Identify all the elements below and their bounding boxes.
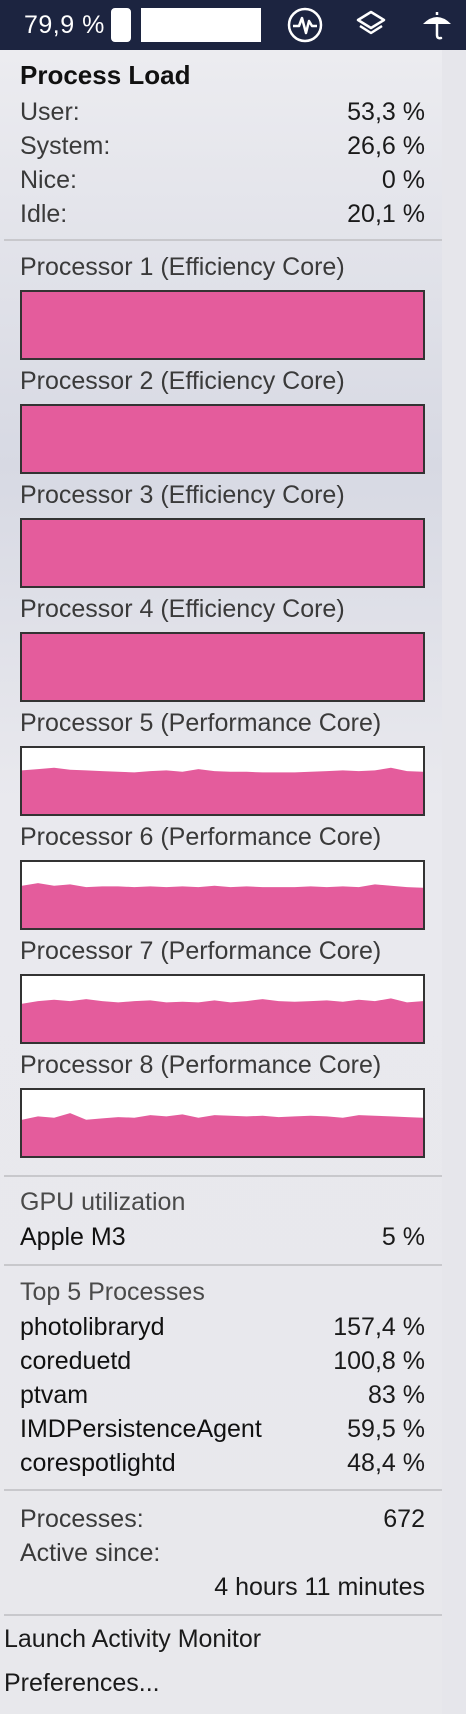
processor-load-area <box>22 406 423 472</box>
preferences-item[interactable]: Preferences... <box>4 1669 160 1698</box>
process-name: coreduetd <box>20 1346 132 1375</box>
row-value: 53,3 % <box>347 97 425 126</box>
processor-load-area <box>22 292 423 358</box>
process-load-row-idle: Idle: 20,1 % <box>20 198 425 230</box>
active-since-row: 4 hours 11 minutes <box>20 1571 425 1603</box>
row-value: 26,6 % <box>347 131 425 160</box>
processor-7-label: Processor 7 (Performance Core) <box>20 937 382 965</box>
gpu-row: Apple M3 5 % <box>20 1221 425 1253</box>
processor-load-area <box>22 634 423 700</box>
processor-7-graph <box>20 974 425 1044</box>
row-label: Nice: <box>20 165 77 194</box>
active-since-label: Active since: <box>20 1539 161 1567</box>
process-row[interactable]: corespotlightd 48,4 % <box>20 1447 425 1479</box>
processor-load-svg <box>22 406 423 472</box>
activity-pulse-icon[interactable] <box>285 5 325 45</box>
processor-load-svg <box>22 767 423 814</box>
process-row[interactable]: ptvam 83 % <box>20 1379 425 1411</box>
row-label: Idle: <box>20 199 68 228</box>
processor-6-label: Processor 6 (Performance Core) <box>20 823 382 851</box>
processor-load-area <box>22 883 423 928</box>
processes-value: 672 <box>383 1504 425 1533</box>
processor-4-label: Processor 4 (Efficiency Core) <box>20 595 345 623</box>
system-monitor-menu: Process Load User: 53,3 % System: 26,6 %… <box>0 50 442 1714</box>
process-load-row-nice: Nice: 0 % <box>20 164 425 196</box>
process-name: photolibraryd <box>20 1312 165 1341</box>
process-row[interactable]: IMDPersistenceAgent 59,5 % <box>20 1413 425 1445</box>
process-value: 59,5 % <box>347 1414 425 1443</box>
process-load-title: Process Load <box>20 60 191 90</box>
menubar-status-field[interactable] <box>138 6 263 44</box>
battery-percent[interactable]: 79,9 % <box>24 11 105 40</box>
process-load-row-user: User: 53,3 % <box>20 96 425 128</box>
processor-load-area <box>22 767 423 814</box>
processor-load-svg <box>22 998 423 1042</box>
processor-5-label: Processor 5 (Performance Core) <box>20 709 382 737</box>
layers-icon[interactable] <box>351 5 391 45</box>
processor-load-svg <box>22 883 423 928</box>
launch-activity-monitor-item[interactable]: Launch Activity Monitor <box>4 1625 261 1654</box>
separator <box>4 1614 442 1616</box>
separator <box>4 239 442 241</box>
gpu-section-label: GPU utilization <box>20 1188 186 1216</box>
umbrella-icon[interactable] <box>417 5 457 45</box>
processor-load-svg <box>22 634 423 700</box>
processor-8-graph <box>20 1088 425 1158</box>
process-value: 48,4 % <box>347 1448 425 1477</box>
processor-load-svg <box>22 292 423 358</box>
active-since-value: 4 hours 11 minutes <box>214 1572 425 1601</box>
process-value: 83 % <box>368 1380 425 1409</box>
row-value: 20,1 % <box>347 199 425 228</box>
processor-load-area <box>22 998 423 1042</box>
processes-count-row: Processes: 672 <box>20 1503 425 1535</box>
row-label: User: <box>20 97 80 126</box>
processor-2-label: Processor 2 (Efficiency Core) <box>20 367 345 395</box>
separator <box>4 1489 442 1491</box>
process-name: ptvam <box>20 1380 89 1409</box>
process-name: IMDPersistenceAgent <box>20 1414 262 1443</box>
gpu-name: Apple M3 <box>20 1222 126 1251</box>
process-value: 157,4 % <box>333 1312 425 1341</box>
processor-8-label: Processor 8 (Performance Core) <box>20 1051 382 1079</box>
battery-icon[interactable] <box>110 8 131 42</box>
processor-3-graph <box>20 518 425 588</box>
processor-load-svg <box>22 1113 423 1156</box>
processor-load-svg <box>22 520 423 586</box>
gpu-value: 5 % <box>381 1222 425 1251</box>
processor-1-graph <box>20 290 425 360</box>
processor-3-label: Processor 3 (Efficiency Core) <box>20 481 345 509</box>
process-load-row-system: System: 26,6 % <box>20 130 425 162</box>
process-row[interactable]: coreduetd 100,8 % <box>20 1345 425 1377</box>
row-label: System: <box>20 131 111 160</box>
processor-1-label: Processor 1 (Efficiency Core) <box>20 253 345 281</box>
row-value: 0 % <box>381 165 425 194</box>
processor-load-area <box>22 520 423 586</box>
process-name: corespotlightd <box>20 1448 176 1477</box>
processor-2-graph <box>20 404 425 474</box>
processor-5-graph <box>20 746 425 816</box>
processor-4-graph <box>20 632 425 702</box>
menu-bar: 79,9 % <box>0 0 466 50</box>
separator <box>4 1264 442 1266</box>
top-processes-label: Top 5 Processes <box>20 1278 205 1306</box>
processor-load-area <box>22 1113 423 1156</box>
process-value: 100,8 % <box>333 1346 425 1375</box>
processor-6-graph <box>20 860 425 930</box>
processes-label: Processes: <box>20 1504 144 1533</box>
separator <box>4 1175 442 1177</box>
process-row[interactable]: photolibraryd 157,4 % <box>20 1311 425 1343</box>
